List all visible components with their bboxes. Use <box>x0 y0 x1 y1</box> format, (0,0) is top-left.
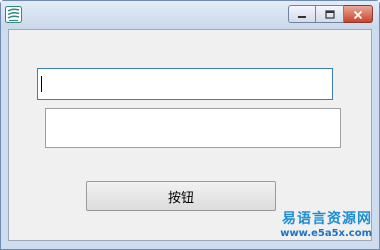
app-icon[interactable] <box>5 6 22 23</box>
watermark-url: www.e5a5x.com <box>280 228 372 239</box>
maximize-icon <box>324 5 335 24</box>
minimize-icon <box>297 5 307 24</box>
action-button[interactable]: 按钮 <box>86 181 276 211</box>
text-input-1[interactable] <box>37 68 333 100</box>
client-area: 按钮 <box>8 29 372 241</box>
title-bar[interactable] <box>1 1 379 29</box>
minimize-button[interactable] <box>288 5 316 23</box>
close-icon <box>353 5 363 24</box>
watermark: 易语言资源网 www.e5a5x.com <box>280 212 372 239</box>
text-caret <box>41 76 42 92</box>
maximize-button[interactable] <box>316 5 344 23</box>
close-button[interactable] <box>344 5 373 23</box>
caption-buttons <box>288 5 373 23</box>
watermark-title: 易语言资源网 <box>282 211 372 227</box>
text-input-2[interactable] <box>45 108 341 148</box>
